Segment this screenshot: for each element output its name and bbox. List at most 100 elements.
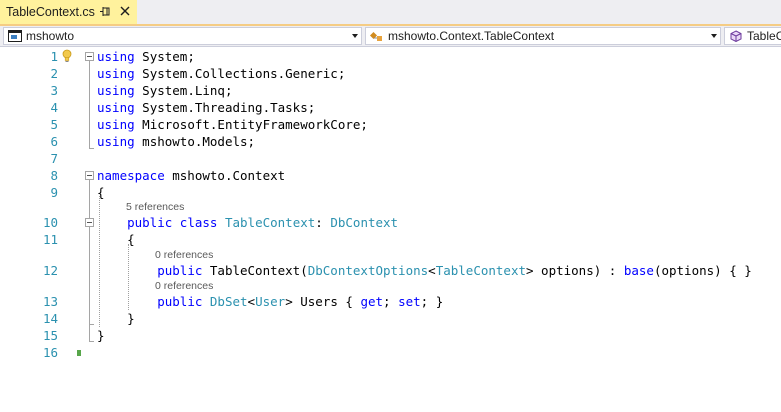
type-dropdown[interactable]: mshowto.Context.TableContext <box>365 27 721 45</box>
collapse-toggle-icon[interactable] <box>85 52 94 61</box>
line-number: 9 <box>50 185 58 200</box>
project-dropdown[interactable]: mshowto <box>3 27 362 45</box>
type-token: DbContext <box>330 215 399 230</box>
keyword-token: using <box>97 83 135 98</box>
line-number: 12 <box>42 263 58 278</box>
code-token: System.Collections.Generic; <box>134 66 346 81</box>
code-line: 5 using Microsoft.EntityFrameworkCore; <box>0 116 781 133</box>
code-line: 12 public TableContext(DbContextOptions<… <box>0 262 781 279</box>
line-number: 15 <box>42 328 58 343</box>
line-number: 10 <box>42 215 58 230</box>
keyword-token: using <box>97 117 135 132</box>
codelens-references[interactable]: 5 references <box>126 200 184 214</box>
chevron-down-icon <box>711 34 717 38</box>
code-line: 2 using System.Collections.Generic; <box>0 65 781 82</box>
code-text: using System.Collections.Generic; <box>97 65 345 82</box>
codelens-row: 5 references <box>0 200 781 214</box>
tab-title: TableContext.cs <box>6 5 95 19</box>
code-editor[interactable]: 1 using System; 2 using System.Collectio… <box>0 47 781 412</box>
code-text: using mshowto.Models; <box>97 133 255 150</box>
line-number: 11 <box>42 232 58 247</box>
lightbulb-icon[interactable] <box>62 49 72 63</box>
type-token: TableContext <box>224 215 316 230</box>
code-token: { <box>97 185 105 200</box>
code-text: public DbSet<User> Users { get; set; } <box>97 293 443 310</box>
line-number: 8 <box>50 168 58 183</box>
pin-icon[interactable] <box>99 5 112 18</box>
collapse-toggle-icon[interactable] <box>85 171 94 180</box>
keyword-token: set <box>398 294 421 309</box>
type-token: TableContext <box>435 263 526 278</box>
code-text: using Microsoft.EntityFrameworkCore; <box>97 116 368 133</box>
line-number: 1 <box>50 49 58 64</box>
line-number: 16 <box>42 345 58 360</box>
code-text: { <box>97 184 105 201</box>
code-token: System.Linq; <box>134 83 233 98</box>
code-text: { <box>97 231 135 248</box>
project-name: mshowto <box>26 29 75 43</box>
code-line: 1 using System; <box>0 48 781 65</box>
codelens-references[interactable]: 0 references <box>155 279 213 293</box>
document-tab-strip: TableContext.cs <box>0 0 781 26</box>
keyword-token: base <box>623 263 654 278</box>
document-tab[interactable]: TableContext.cs <box>0 0 137 24</box>
class-icon <box>370 31 382 41</box>
codelens-references[interactable]: 0 references <box>155 248 213 262</box>
keyword-token: public <box>157 263 203 278</box>
code-line: 4 using System.Threading.Tasks; <box>0 99 781 116</box>
line-number: 5 <box>50 117 58 132</box>
collapse-toggle-icon[interactable] <box>85 218 94 227</box>
code-line: 7 <box>0 150 781 167</box>
code-token: < <box>247 294 256 309</box>
code-text: using System; <box>97 48 195 65</box>
type-token: DbSet <box>209 294 248 309</box>
line-number: 2 <box>50 66 58 81</box>
code-line: 9 { <box>0 184 781 201</box>
code-token: > options) : <box>526 263 624 278</box>
code-token: : <box>315 215 331 230</box>
code-line: 8 namespace mshowto.Context <box>0 167 781 184</box>
member-dropdown[interactable]: TableCo <box>724 27 781 45</box>
code-text: } <box>97 327 105 344</box>
code-text: using System.Threading.Tasks; <box>97 99 315 116</box>
line-number: 14 <box>42 311 58 326</box>
line-number: 13 <box>42 294 58 309</box>
code-token: ; } <box>420 294 444 309</box>
line-number: 4 <box>50 100 58 115</box>
keyword-token: namespace <box>97 168 165 183</box>
code-token: (options) { } <box>653 263 752 278</box>
codelens-row: 0 references <box>0 279 781 293</box>
keyword-token: public <box>127 215 173 230</box>
code-token: TableContext( <box>202 263 308 278</box>
code-token: } <box>97 328 105 343</box>
code-text: namespace mshowto.Context <box>97 167 285 184</box>
close-icon[interactable] <box>119 5 131 17</box>
code-token: System; <box>134 49 195 64</box>
line-number: 6 <box>50 134 58 149</box>
code-text: public class TableContext: DbContext <box>97 214 398 231</box>
keyword-token: using <box>97 100 135 115</box>
code-text: using System.Linq; <box>97 82 232 99</box>
code-token: { <box>97 232 135 247</box>
code-token: mshowto.Context <box>164 168 286 183</box>
code-token: } <box>97 311 135 326</box>
code-line: 14 } <box>0 310 781 327</box>
keyword-token: using <box>97 66 135 81</box>
code-token: ; <box>383 294 399 309</box>
code-text: public TableContext(DbContextOptions<Tab… <box>97 262 752 279</box>
code-line: 13 public DbSet<User> Users { get; set; … <box>0 293 781 310</box>
code-line: 16 <box>0 344 781 361</box>
type-name: mshowto.Context.TableContext <box>388 29 555 43</box>
code-token: > Users { <box>285 294 361 309</box>
line-number: 3 <box>50 83 58 98</box>
type-token: DbContextOptions <box>307 263 429 278</box>
csharp-project-icon <box>8 30 22 42</box>
keyword-token: class <box>179 215 218 230</box>
code-token: System.Threading.Tasks; <box>134 100 316 115</box>
method-icon <box>730 30 742 42</box>
